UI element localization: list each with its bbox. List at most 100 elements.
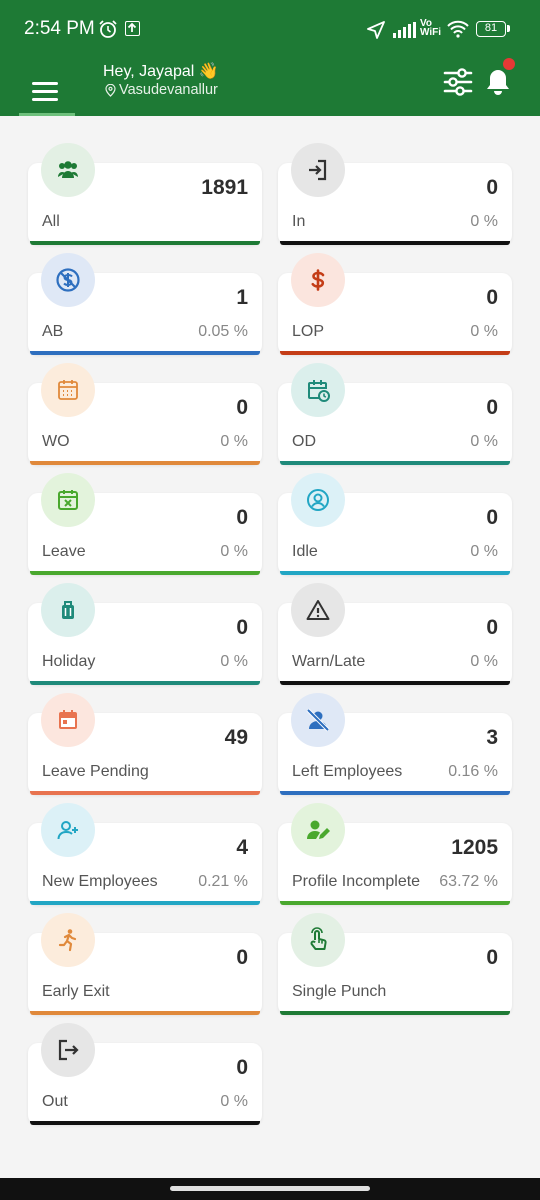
notification-badge <box>503 58 515 70</box>
card-accent-bar <box>280 901 510 905</box>
card-label: OD <box>292 433 316 450</box>
card-percent: 0.16 % <box>448 763 498 780</box>
card-count: 3 <box>486 726 498 749</box>
calendar-x-icon-wrap <box>41 473 95 527</box>
card-label: Single Punch <box>292 983 387 1000</box>
card-leave[interactable]: 0 Leave 0 % <box>28 473 262 575</box>
filter-sliders-icon[interactable] <box>443 68 473 96</box>
card-count: 0 <box>236 1056 248 1079</box>
upload-icon <box>125 21 140 36</box>
card-percent: 0 % <box>220 653 248 670</box>
card-accent-bar <box>280 681 510 685</box>
user-off-icon-wrap <box>291 693 345 747</box>
card-percent: 0 % <box>470 433 498 450</box>
card-idle[interactable]: 0 Idle 0 % <box>278 473 512 575</box>
card-wo[interactable]: 0 WO 0 % <box>28 363 262 465</box>
user-edit-icon <box>307 820 330 839</box>
card-leave-pending[interactable]: 49 Leave Pending <box>28 693 262 795</box>
card-count: 0 <box>486 946 498 969</box>
card-percent: 0 % <box>220 433 248 450</box>
card-percent: 0 % <box>470 213 498 230</box>
calendar-clock-icon <box>308 380 330 402</box>
card-label: All <box>42 213 60 230</box>
card-count: 0 <box>486 506 498 529</box>
card-new-employees[interactable]: 4 New Employees 0.21 % <box>28 803 262 905</box>
warning-icon-wrap <box>291 583 345 637</box>
card-count: 0 <box>486 286 498 309</box>
login-icon-wrap <box>291 143 345 197</box>
luggage-icon <box>62 601 74 619</box>
card-percent: 0 % <box>470 543 498 560</box>
card-accent-bar <box>30 571 260 575</box>
people-icon-wrap <box>41 143 95 197</box>
card-percent: 63.72 % <box>439 873 498 890</box>
card-count: 1205 <box>451 836 498 859</box>
login-icon <box>309 159 327 181</box>
people-icon <box>58 161 78 178</box>
card-warn-late[interactable]: 0 Warn/Late 0 % <box>278 583 512 685</box>
calendar-icon <box>58 380 78 400</box>
dollar-icon-wrap <box>291 253 345 307</box>
battery-icon: 81 <box>476 21 510 37</box>
card-label: Warn/Late <box>292 653 366 670</box>
card-accent-bar <box>30 1011 260 1015</box>
card-label: New Employees <box>42 873 158 890</box>
user-plus-icon <box>57 821 78 840</box>
home-indicator[interactable] <box>170 1186 370 1191</box>
card-count: 0 <box>236 396 248 419</box>
card-in[interactable]: 0 In 0 % <box>278 143 512 245</box>
card-accent-bar <box>30 1121 260 1125</box>
calendar-pending-icon <box>59 710 77 729</box>
menu-icon[interactable] <box>32 82 60 102</box>
card-label: In <box>292 213 306 230</box>
calendar-x-icon <box>58 490 78 510</box>
finger-tap-icon-wrap <box>291 913 345 967</box>
card-count: 0 <box>486 176 498 199</box>
warning-icon <box>306 600 330 620</box>
card-accent-bar <box>30 681 260 685</box>
location-text: Vasudevanallur <box>105 82 218 98</box>
card-profile-incomplete[interactable]: 1205 Profile Incomplete 63.72 % <box>278 803 512 905</box>
calendar-pending-icon-wrap <box>41 693 95 747</box>
card-label: Profile Incomplete <box>292 873 421 890</box>
card-accent-bar <box>30 791 260 795</box>
card-accent-bar <box>280 791 510 795</box>
card-all[interactable]: 1891 All <box>28 143 262 245</box>
dollar-icon <box>311 269 325 291</box>
card-out[interactable]: 0 Out 0 % <box>28 1023 262 1125</box>
card-accent-bar <box>30 241 260 245</box>
absent-icon <box>56 268 80 292</box>
card-accent-bar <box>30 351 260 355</box>
app-header: Hey, Jayapal 👋 Vasudevanallur <box>0 58 540 116</box>
card-count: 4 <box>236 836 248 859</box>
calendar-clock-icon-wrap <box>291 363 345 417</box>
card-label: Holiday <box>42 653 96 670</box>
card-percent: 0 % <box>220 543 248 560</box>
card-ab[interactable]: 1 AB 0.05 % <box>28 253 262 355</box>
navigation-bar <box>0 1178 540 1200</box>
logout-icon <box>58 1039 79 1061</box>
card-single-punch[interactable]: 0 Single Punch <box>278 913 512 1015</box>
vowifi-label: Vo WiFi <box>420 18 442 38</box>
card-percent: 0.21 % <box>198 873 248 890</box>
card-label: WO <box>42 433 70 450</box>
wifi-icon <box>447 20 469 38</box>
location-name: Vasudevanallur <box>119 82 218 98</box>
luggage-icon-wrap <box>41 583 95 637</box>
card-accent-bar <box>280 241 510 245</box>
card-label: Left Employees <box>292 763 403 780</box>
user-circle-icon <box>307 489 329 511</box>
card-count: 0 <box>236 506 248 529</box>
signal-icon <box>393 22 416 38</box>
status-bar: 2:54 PM Vo WiFi 81 <box>0 0 540 58</box>
notification-bell-icon[interactable] <box>483 67 513 97</box>
card-accent-bar <box>280 571 510 575</box>
absent-icon-wrap <box>41 253 95 307</box>
card-holiday[interactable]: 0 Holiday 0 % <box>28 583 262 685</box>
card-od[interactable]: 0 OD 0 % <box>278 363 512 465</box>
card-early-exit[interactable]: 0 Early Exit <box>28 913 262 1015</box>
card-lop[interactable]: 0 LOP 0 % <box>278 253 512 355</box>
card-count: 0 <box>236 946 248 969</box>
card-left-employees[interactable]: 3 Left Employees 0.16 % <box>278 693 512 795</box>
card-count: 0 <box>486 616 498 639</box>
